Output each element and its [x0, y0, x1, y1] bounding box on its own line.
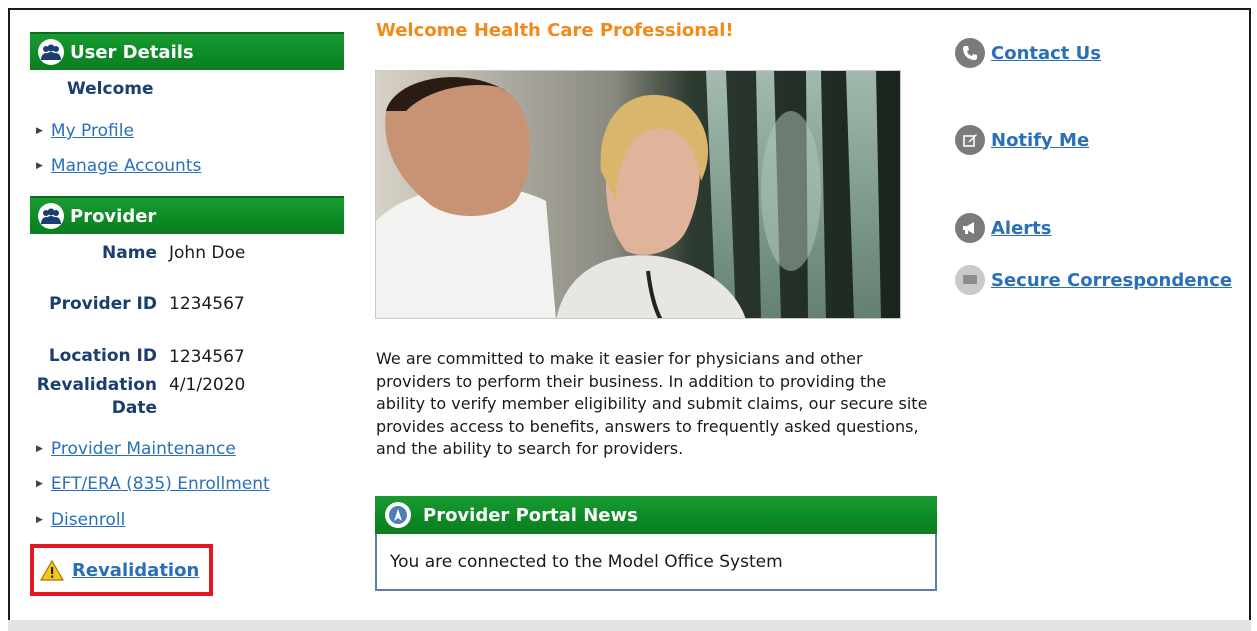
provider-maintenance-link[interactable]: ▶ Provider Maintenance: [36, 439, 236, 459]
revalidation-highlight: Revalidation: [30, 544, 213, 596]
provider-id-value: 1234567: [169, 294, 245, 314]
provider-header: Provider: [30, 196, 344, 234]
warning-icon: [40, 559, 64, 581]
alerts-label: Alerts: [991, 217, 1052, 239]
caret-right-icon: ▶: [36, 161, 43, 171]
manage-accounts-link[interactable]: ▶ Manage Accounts: [36, 156, 201, 176]
eft-era-enrollment-label: EFT/ERA (835) Enrollment: [50, 474, 270, 494]
revalidation-link[interactable]: Revalidation: [72, 560, 199, 581]
user-details-title: User Details: [70, 41, 194, 63]
location-id-label: Location ID: [48, 346, 157, 366]
location-id-value: 1234567: [169, 347, 245, 367]
caret-right-icon: ▶: [36, 444, 43, 454]
revalidation-date-label-line1: Revalidation: [36, 375, 157, 395]
name-value: John Doe: [169, 243, 246, 263]
provider-maintenance-label: Provider Maintenance: [50, 439, 236, 459]
user-details-header: User Details: [30, 32, 344, 70]
caret-right-icon: ▶: [36, 515, 43, 525]
megaphone-icon: [955, 213, 985, 243]
secure-correspondence-label: Secure Correspondence: [991, 269, 1233, 291]
disenroll-label: Disenroll: [50, 510, 126, 530]
bottom-strip: [8, 620, 1251, 631]
my-profile-label: My Profile: [50, 121, 134, 141]
intro-paragraph: We are committed to make it easier for p…: [376, 349, 928, 458]
edit-icon: [955, 125, 985, 155]
news-title: Provider Portal News: [423, 504, 638, 526]
manage-accounts-label: Manage Accounts: [50, 156, 202, 176]
disenroll-link[interactable]: ▶ Disenroll: [36, 510, 125, 530]
notify-me-link[interactable]: Notify Me: [955, 125, 1089, 155]
welcome-text: Welcome: [67, 79, 154, 99]
users-icon: [38, 203, 64, 229]
phone-icon: [955, 38, 985, 68]
contact-us-label: Contact Us: [991, 42, 1102, 64]
news-message: You are connected to the Model Office Sy…: [375, 534, 937, 591]
provider-title: Provider: [70, 205, 157, 227]
revalidation-date-label-line2: Date: [111, 398, 157, 418]
name-label: Name: [102, 243, 157, 263]
message-icon: [955, 265, 985, 295]
notify-me-label: Notify Me: [991, 129, 1090, 151]
revalidation-date-value: 4/1/2020: [169, 375, 246, 395]
caret-right-icon: ▶: [36, 479, 43, 489]
welcome-heading: Welcome Health Care Professional!: [376, 20, 734, 41]
secure-correspondence-link[interactable]: Secure Correspondence: [955, 265, 1232, 295]
doctors-reviewing-xray-photo: [375, 70, 901, 319]
caret-right-icon: ▶: [36, 126, 43, 136]
alerts-link[interactable]: Alerts: [955, 213, 1052, 243]
provider-id-label: Provider ID: [49, 294, 157, 314]
eft-era-enrollment-link[interactable]: ▶ EFT/ERA (835) Enrollment: [36, 474, 270, 494]
users-icon: [38, 39, 64, 65]
news-text: You are connected to the Model Office Sy…: [390, 551, 783, 572]
news-icon: [385, 502, 411, 528]
my-profile-link[interactable]: ▶ My Profile: [36, 121, 134, 141]
contact-us-link[interactable]: Contact Us: [955, 38, 1101, 68]
provider-portal-news-header: Provider Portal News: [375, 496, 937, 534]
